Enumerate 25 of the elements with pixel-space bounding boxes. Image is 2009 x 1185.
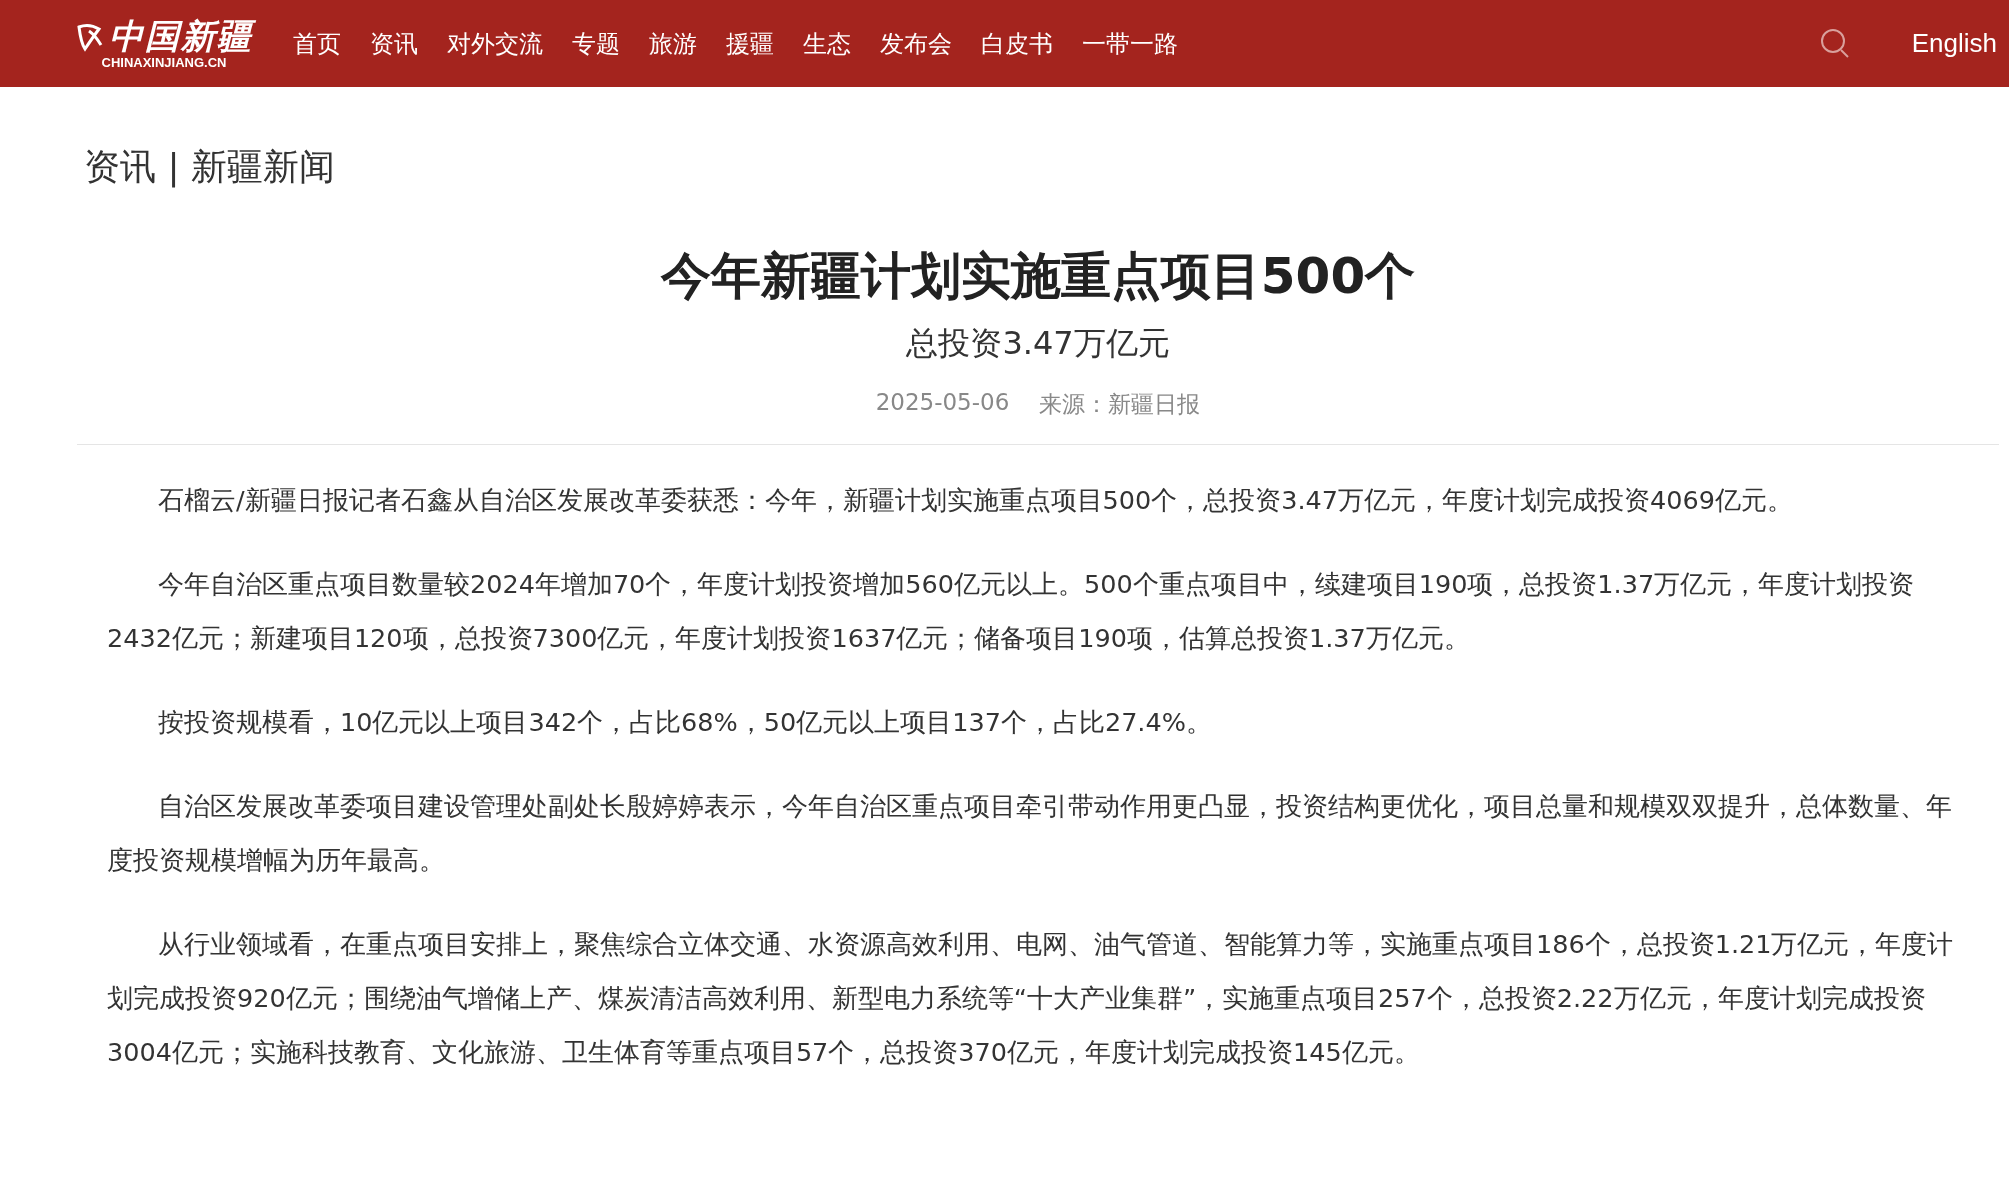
nav-link[interactable]: 援疆 bbox=[726, 27, 774, 60]
logo-subtitle: CHINAXINJIANG.CN bbox=[101, 55, 227, 69]
search-icon bbox=[1819, 27, 1850, 60]
nav-link[interactable]: 对外交流 bbox=[447, 27, 543, 60]
article-source: 来源：新疆日报 bbox=[1039, 389, 1201, 419]
nav-link[interactable]: 生态 bbox=[803, 27, 851, 60]
nav-link[interactable]: 白皮书 bbox=[981, 27, 1053, 60]
nav-link[interactable]: 资讯 bbox=[370, 27, 418, 60]
logo-emblem-icon bbox=[75, 21, 105, 53]
article-paragraph: 按投资规模看，10亿元以上项目342个，占比68%，50亿元以上项目137个，占比27.4%。 bbox=[157, 705, 1213, 739]
nav-link[interactable]: 发布会 bbox=[880, 27, 952, 60]
breadcrumb: 资讯 | 新疆新闻 bbox=[83, 145, 336, 189]
article-subtitle: 总投资3.47万亿元 bbox=[905, 324, 1171, 363]
article-title: 今年新疆计划实施重点项目500个 bbox=[659, 246, 1417, 307]
nav-link[interactable]: 专题 bbox=[572, 27, 620, 60]
search-button[interactable] bbox=[1819, 27, 1850, 60]
article-paragraph: 自治区发展改革委项目建设管理处副处长殷婷婷表示，今年自治区重点项目牵引带动作用更凸显，投资结构更优化，项目总量和规模双双提升，总体数量、年度投资规模增幅为历年最高。 bbox=[107, 789, 1953, 877]
article-paragraph: 从行业领域看，在重点项目安排上，聚焦综合立体交通、水资源高效利用、电网、油气管道、智能算力等，实施重点项目186个，总投资1.21万亿元，年度计划完成投资920亿元；围绕油气增储上产、煤炭清洁高效利用、新型电力系统等“十大产业集群”，实施重点项目257个，总投资2.22万亿元，年度计划完成投资3004亿元；实施科技教育、文化旅游、卫生体育等重点项目57个，总投资370亿元，年度计划完成投资145亿元。 bbox=[107, 927, 1955, 1069]
article-paragraph: 石榴云/新疆日报记者石鑫从自治区发展改革委获悉：今年，新疆计划实施重点项目500个，总投资3.47万亿元，年度计划完成投资4069亿元。 bbox=[157, 483, 1794, 517]
article-paragraph: 今年自治区重点项目数量较2024年增加70个，年度计划投资增加560亿元以上。500个重点项目中，续建项目190项，总投资1.37万亿元，年度计划投资2432亿元；新建项目120项，总投资7300亿元，年度计划投资1637亿元；储备项目190项，估算总投资1.37万亿元。 bbox=[107, 567, 1916, 655]
language-link[interactable]: English bbox=[1911, 28, 1997, 59]
nav-link[interactable]: 首页 bbox=[293, 27, 341, 60]
publish-date: 2025-05-06 bbox=[875, 388, 1010, 417]
nav-link[interactable]: 旅游 bbox=[649, 27, 697, 60]
nav-link[interactable]: 一带一路 bbox=[1082, 27, 1178, 60]
